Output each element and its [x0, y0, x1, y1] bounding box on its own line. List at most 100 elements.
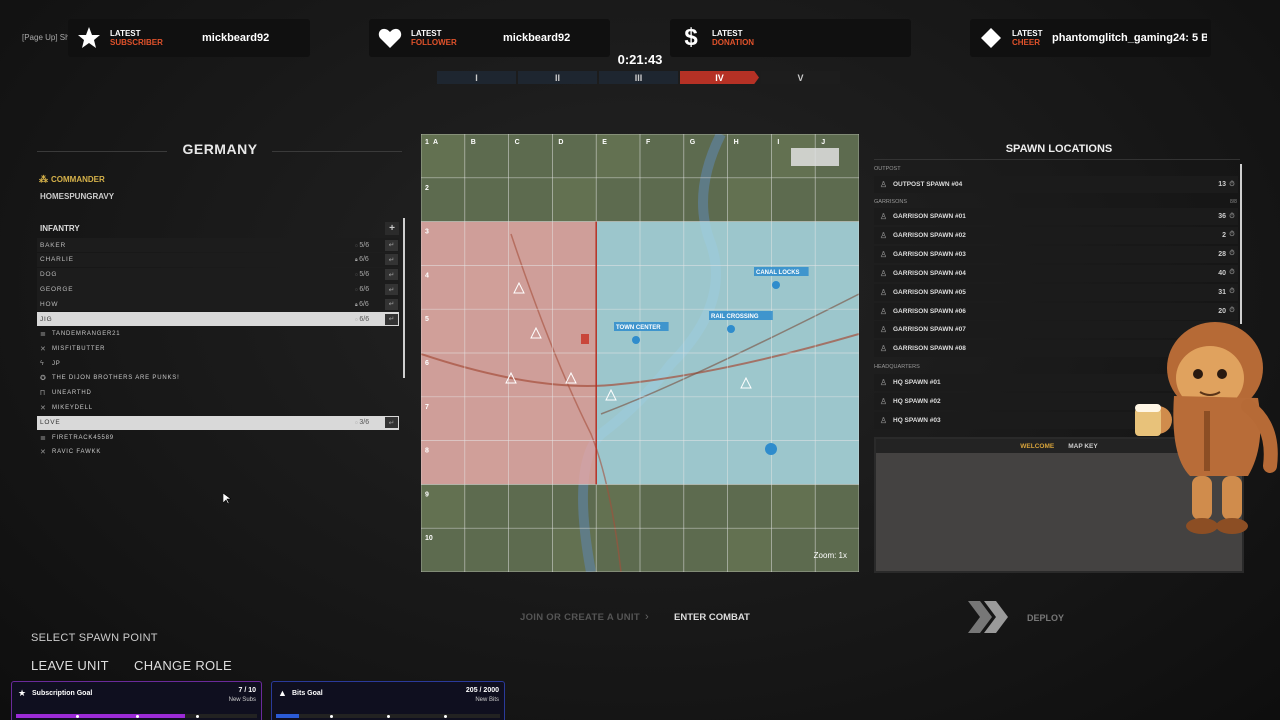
select-spawn-hint: SELECT SPAWN POINT [31, 632, 158, 644]
join-unit-icon[interactable]: ↵ [385, 417, 398, 429]
unit-name: DOG [40, 271, 58, 279]
spawn-name: GARRISON SPAWN #01 [893, 213, 966, 220]
unit-name: BAKER [40, 241, 67, 249]
bits-icon: ▲ [278, 688, 287, 698]
change-role-button[interactable]: CHANGE ROLE [134, 658, 232, 673]
unit-list-scrollbar[interactable] [403, 218, 405, 378]
join-unit-step[interactable]: JOIN OR CREATE A UNIT [520, 612, 640, 623]
terrain-field [771, 484, 816, 529]
alert-type: FOLLOWER [411, 38, 457, 47]
unit-member-row[interactable]: ϟ JP [37, 356, 399, 370]
spawn-row[interactable]: ♙ GARRISON SPAWN #04 40 ⏱ [874, 264, 1238, 282]
add-unit-button[interactable]: + [385, 221, 399, 235]
unit-member-row[interactable]: ✪ THE DIJON BROTHERS ARE PUNKS! [37, 371, 399, 385]
map-legend-box [791, 148, 839, 166]
alert-type: DONATION [712, 38, 755, 47]
phase-1: I [437, 71, 516, 84]
alert-title: LATEST [712, 29, 743, 38]
mouse-cursor-icon [223, 493, 231, 504]
squad-type-header: INFANTRY + [37, 221, 399, 235]
star-icon [68, 26, 110, 50]
unit-member-row[interactable]: ✕ MIKEYDELL [37, 401, 399, 415]
unit-row[interactable]: JIG ◌ 6/6 ↵ [37, 311, 399, 327]
spawn-row[interactable]: ♙ GARRISON SPAWN #03 28 ⏱ [874, 245, 1238, 263]
unit-member-row[interactable]: ≣ TANDEMRANGER21 [37, 327, 399, 341]
unit-row[interactable]: CHARLIE 🔒︎ 6/6 ↵ [37, 252, 399, 268]
join-unit-icon[interactable]: ↵ [385, 254, 398, 266]
spawn-name: GARRISON SPAWN #03 [893, 250, 966, 258]
goal-value: 7 / 10 [238, 687, 256, 694]
member-name: RAVIC FAWKK [52, 449, 102, 456]
join-unit-icon[interactable]: ↵ [385, 298, 398, 310]
timer-icon: ⏱ [1229, 231, 1235, 239]
goal-progress-fill [16, 714, 185, 718]
commander-label: COMMANDER [51, 175, 105, 184]
goal-marker [136, 715, 139, 718]
divider [874, 159, 1240, 160]
spawn-row[interactable]: ♙ GARRISON SPAWN #02 2 ⏱ [874, 226, 1238, 244]
spawn-type-icon: ♙ [879, 180, 888, 189]
spawn-locations-title: SPAWN LOCATIONS [1005, 143, 1113, 155]
timer-icon: ⏱ [1229, 180, 1235, 188]
unit-row[interactable]: BAKER ◌ 5/6 ↵ [37, 238, 399, 253]
match-timer: 0:21:43 [617, 52, 663, 67]
strongpoint-label: TOWN CENTER [616, 325, 661, 331]
map-row-label: 3 [425, 229, 429, 236]
join-unit-icon[interactable]: ↵ [385, 269, 398, 281]
map-column-label: A [433, 139, 438, 146]
unit-row[interactable]: HOW 🔒︎ 6/6 ↵ [37, 297, 399, 312]
map-zoom-level: Zoom: 1x [813, 551, 847, 560]
alert-type: SUBSCRIBER [110, 38, 163, 47]
tab-map-key[interactable]: MAP KEY [1068, 443, 1098, 450]
join-unit-icon[interactable]: ↵ [385, 313, 398, 325]
dollar-icon: $ [684, 24, 698, 51]
map-column-label: I [777, 139, 779, 146]
phase-5: V [761, 71, 840, 84]
join-unit-icon[interactable]: ↵ [385, 239, 398, 251]
role-icon: ✪ [40, 375, 46, 383]
goal-sub: New Subs [228, 697, 256, 703]
unit-row[interactable]: LOVE ◌ 3/6 ↵ [37, 415, 399, 430]
unit-member-row[interactable]: ✕ RAVIC FAWKK [37, 445, 399, 459]
unit-member-row[interactable]: ✕ MISFITBUTTER [37, 342, 399, 356]
spawn-name: OUTPOST SPAWN #04 [893, 181, 963, 188]
divider [37, 151, 167, 152]
spawn-type-icon: ♙ [879, 212, 888, 221]
deploy-button[interactable]: DEPLOY [1027, 613, 1064, 623]
leave-unit-button[interactable]: LEAVE UNIT [31, 658, 109, 673]
join-unit-icon[interactable]: ↵ [385, 284, 398, 296]
outpost-section-label: OUTPOST [874, 166, 901, 172]
map-canvas[interactable]: A B C D E F G H I J 2 3 4 5 6 7 8 9 10 1 TOWN CENTER RAIL CRO… [421, 134, 859, 572]
spawn-name: GARRISON SPAWN #02 [893, 231, 966, 239]
role-icon: Π [40, 389, 46, 397]
map-column-label: G [690, 139, 696, 146]
commander-role[interactable]: ⁂ COMMANDER [39, 174, 105, 185]
member-name: UNEARTHD [52, 390, 92, 397]
alert-title: LATEST [1012, 29, 1043, 38]
enter-combat-step[interactable]: ENTER COMBAT [674, 612, 750, 623]
unit-member-row[interactable]: Π UNEARTHD [37, 386, 399, 400]
spawn-name: GARRISON SPAWN #06 [893, 307, 966, 315]
garrison-marker-icon [765, 443, 777, 455]
enemy-garrison-icon [581, 334, 589, 344]
garrison-section-label: GARRISONS [874, 199, 908, 205]
map-row-label: 10 [425, 535, 433, 542]
spawn-row[interactable]: ♙ GARRISON SPAWN #05 31 ⏱ [874, 283, 1238, 301]
terrain-field [727, 528, 772, 572]
spawn-type-icon: ♙ [879, 306, 888, 316]
spawn-type-icon: ♙ [879, 249, 888, 259]
timer-icon: ⏱ [1229, 212, 1235, 220]
unit-row[interactable]: DOG ◌ 5/6 ↵ [37, 267, 399, 282]
unit-row[interactable]: GEORGE ◌ 6/6 ↵ [37, 282, 399, 297]
member-name: MIKEYDELL [52, 404, 93, 411]
page-up-hint: [Page Up] Sho [22, 33, 75, 42]
tab-welcome[interactable]: WELCOME [1020, 443, 1054, 450]
spawn-list-scrollbar[interactable] [1240, 164, 1242, 324]
timer-icon: ⏱ [1229, 250, 1235, 258]
tactical-map[interactable]: A B C D E F G H I J 2 3 4 5 6 7 8 9 10 1 TOWN CENTER RAIL CRO… [421, 134, 859, 572]
unit-count: 6/6 [359, 256, 369, 264]
unit-name: HOW [40, 300, 59, 308]
spawn-row[interactable]: ♙ OUTPOST SPAWN #04 13 ⏱ [874, 176, 1238, 193]
spawn-row[interactable]: ♙ GARRISON SPAWN #01 36 ⏱ [874, 208, 1238, 225]
unit-member-row[interactable]: ≣ FIRETRACK45589 [37, 430, 399, 444]
